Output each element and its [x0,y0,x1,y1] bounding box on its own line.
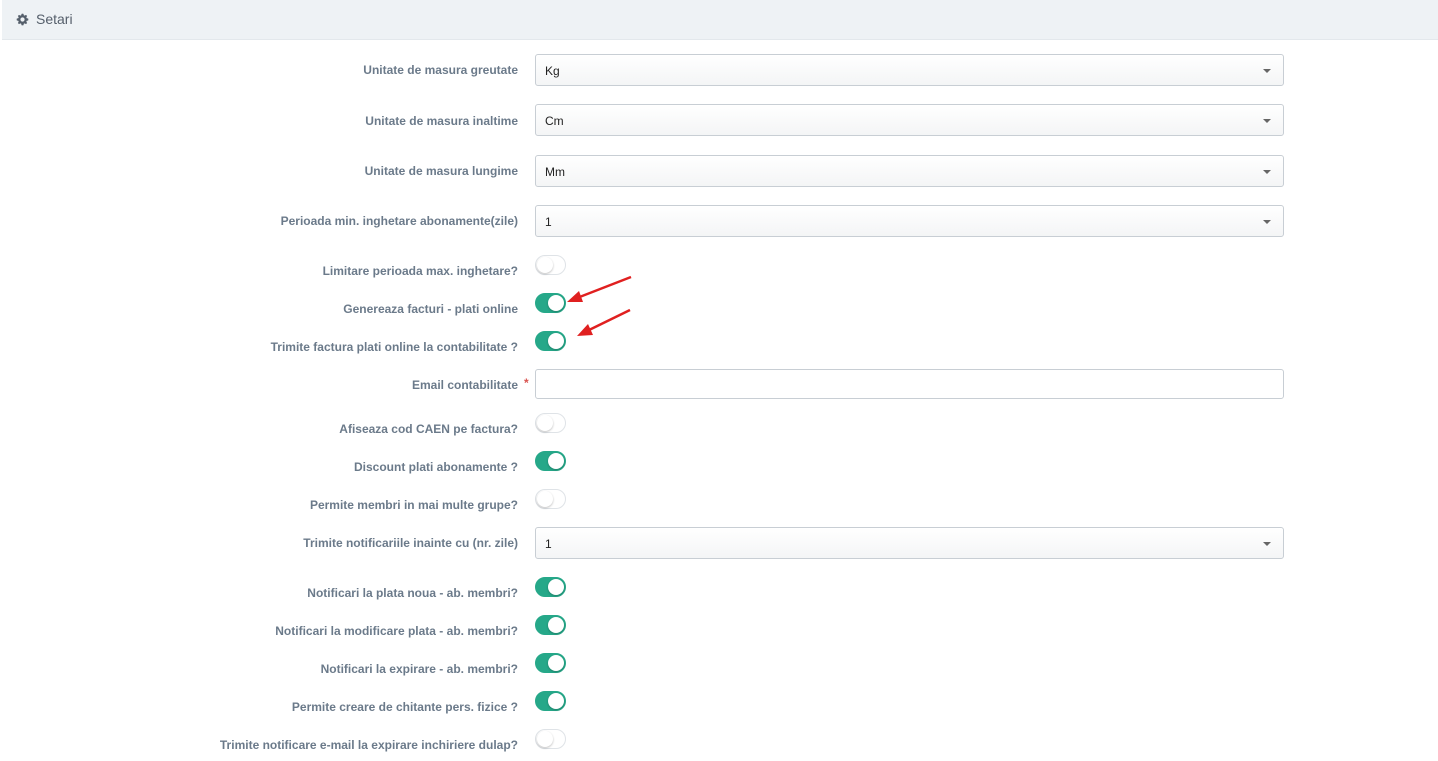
accounting-email-label: Email contabilitate [411,378,518,392]
unit-length-value: Mm [545,165,565,179]
unit-height-label: Unitate de masura inaltime [365,114,518,128]
discount-subscriptions-label: Discount plati abonamente ? [353,460,518,474]
toggle-knob [537,415,553,431]
toggle-knob [548,693,564,709]
locker-expiry-email-label: Trimite notificare e-mail la expirare in… [219,738,518,752]
generate-invoices-online-label: Genereaza facturi - plati online [343,302,518,316]
show-caen-label: Afiseaza cod CAEN pe factura? [339,422,518,436]
panel-header: Setari [2,0,1438,40]
allow-receipts-label: Permite creare de chitante pers. fizice … [291,700,518,714]
toggle-knob [548,333,564,349]
unit-length-label: Unitate de masura lungime [364,164,518,178]
toggle-knob [548,579,564,595]
discount-subscriptions-toggle[interactable] [535,451,566,471]
chevron-down-icon [1263,170,1271,174]
unit-weight-select[interactable]: Kg [535,54,1284,86]
notify-payment-change-toggle[interactable] [535,615,566,635]
notify-new-payment-label: Notificari la plata noua - ab. membri? [307,586,518,600]
unit-height-select[interactable]: Cm [535,104,1284,136]
toggle-knob [537,491,553,507]
show-caen-toggle[interactable] [535,413,566,433]
chevron-down-icon [1263,119,1271,123]
freeze-min-period-value: 1 [545,215,552,229]
chevron-down-icon [1263,69,1271,73]
toggle-knob [537,257,553,273]
send-invoice-accounting-label: Trimite factura plati online la contabil… [270,340,518,354]
notify-days-before-value: 1 [545,537,552,551]
toggle-knob [548,617,564,633]
required-marker: * [524,376,529,390]
notify-new-payment-toggle[interactable] [535,577,566,597]
gear-icon [16,13,29,26]
freeze-max-limit-label: Limitare perioada max. inghetare? [322,264,518,278]
multi-groups-toggle[interactable] [535,489,566,509]
locker-expiry-email-toggle[interactable] [535,729,566,749]
allow-receipts-toggle[interactable] [535,691,566,711]
chevron-down-icon [1263,542,1271,546]
toggle-knob [548,453,564,469]
chevron-down-icon [1263,220,1271,224]
freeze-min-period-label: Perioada min. inghetare abonamente(zile) [280,214,518,228]
annotation-arrow-icon [577,308,631,336]
notify-expiry-toggle[interactable] [535,653,566,673]
accounting-email-input[interactable] [535,369,1284,399]
unit-length-select[interactable]: Mm [535,155,1284,187]
unit-weight-label: Unitate de masura greutate [363,63,518,77]
toggle-knob [548,295,564,311]
unit-height-value: Cm [545,114,564,128]
generate-invoices-online-toggle[interactable] [535,293,566,313]
notify-payment-change-label: Notificari la modificare plata - ab. mem… [275,624,518,638]
multi-groups-label: Permite membri in mai multe grupe? [309,498,518,512]
panel-title: Setari [36,11,73,27]
unit-weight-value: Kg [545,64,560,78]
toggle-knob [537,731,553,747]
freeze-min-period-select[interactable]: 1 [535,205,1284,237]
freeze-max-limit-toggle[interactable] [535,255,566,275]
send-invoice-accounting-toggle[interactable] [535,331,566,351]
toggle-knob [548,655,564,671]
notify-expiry-label: Notificari la expirare - ab. membri? [320,662,518,676]
notify-days-before-select[interactable]: 1 [535,527,1284,559]
notify-days-before-label: Trimite notificariile inainte cu (nr. zi… [303,536,518,550]
annotation-arrow-icon [567,275,632,302]
settings-page: Setari Unitate de masura greutate Kg Uni… [0,0,1438,761]
